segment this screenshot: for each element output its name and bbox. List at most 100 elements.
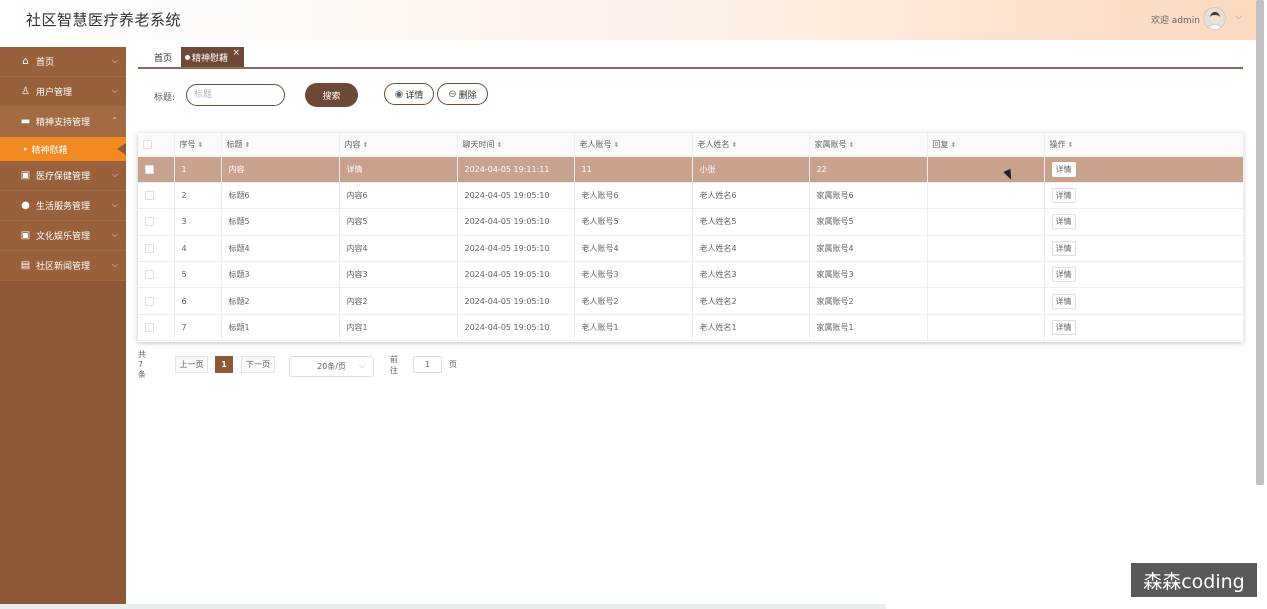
column-header[interactable]: 标题 ⬍ xyxy=(221,133,340,157)
cell-time: 2024-04-05 19:05:10 xyxy=(457,287,575,315)
table-row[interactable]: 3 标题5 内容5 2024-04-05 19:05:10 老人账号5 老人姓名… xyxy=(138,208,1244,236)
page-jump-input[interactable]: 1 xyxy=(413,356,442,373)
page-unit-label: 页 xyxy=(449,360,457,369)
row-detail-button[interactable]: 详情 xyxy=(1051,240,1076,256)
row-checkbox[interactable] xyxy=(138,287,175,315)
chevron-down-icon: ⌵ xyxy=(111,56,118,65)
home-icon: ⌂ xyxy=(22,56,29,67)
page-size-select[interactable]: 20条/页 ⌵ xyxy=(289,356,374,377)
cell-actions: 详情 xyxy=(1044,261,1244,289)
cell-family-account: 家属账号5 xyxy=(809,208,928,236)
sidebar-item-home[interactable]: ⌂ 首页 ⌵ xyxy=(0,47,126,77)
cell-actions: 详情 xyxy=(1044,235,1244,263)
cell-elder-account: 老人账号2 xyxy=(574,287,693,315)
table-row[interactable]: 7 标题1 内容1 2024-04-05 19:05:10 老人账号1 老人姓名… xyxy=(138,314,1244,342)
cell-content: 内容4 xyxy=(339,235,458,263)
sidebar-item-label: 社区新闻管理 xyxy=(36,262,91,272)
row-checkbox[interactable] xyxy=(138,261,175,289)
cell-title: 标题2 xyxy=(221,287,340,315)
welcome-text: 欢迎 admin xyxy=(1150,16,1200,26)
sidebar-item-medical[interactable]: ▣ 医疗保健管理 ⌵ xyxy=(0,161,126,191)
sidebar-item-culture[interactable]: ▣ 文化娱乐管理 ⌵ xyxy=(0,221,126,251)
tab-home[interactable]: 首页 xyxy=(148,47,178,67)
cell-content: 内容5 xyxy=(339,208,458,236)
minus-circle-icon: ⊖ xyxy=(448,88,457,100)
chevron-down-icon[interactable]: ⌵ xyxy=(1235,12,1242,22)
page-number-button[interactable]: 1 xyxy=(215,356,233,373)
chevron-up-icon: ⌃ xyxy=(111,116,118,125)
sidebar-item-label: 首页 xyxy=(36,58,55,68)
cell-content: 详情 xyxy=(339,156,458,183)
column-header[interactable]: 老人账号 ⬍ xyxy=(574,133,693,157)
row-detail-button[interactable]: 详情 xyxy=(1051,188,1076,204)
cell-title: 标题5 xyxy=(221,208,340,236)
column-header[interactable]: 回复 ⬍ xyxy=(927,133,1045,157)
table-row[interactable]: 4 标题4 内容4 2024-04-05 19:05:10 老人账号4 老人姓名… xyxy=(138,235,1244,263)
search-button[interactable]: 搜索 xyxy=(305,83,358,107)
cell-reply xyxy=(927,261,1045,289)
tab-mental-comfort[interactable]: 精神慰藉 × xyxy=(181,47,245,67)
cell-family-account: 家属账号6 xyxy=(809,182,928,210)
cell-actions: 详情 xyxy=(1044,314,1244,342)
chevron-down-icon: ⌵ xyxy=(111,170,118,179)
column-header[interactable]: 操作 ⬍ xyxy=(1044,133,1244,157)
table-row[interactable]: 2 标题6 内容6 2024-04-05 19:05:10 老人账号6 老人姓名… xyxy=(138,182,1244,210)
detail-button[interactable]: ◉ 详情 xyxy=(384,83,434,105)
row-detail-button[interactable]: 详情 xyxy=(1051,161,1076,177)
prev-page-button[interactable]: 上一页 xyxy=(175,356,208,373)
sidebar: ⌂ 首页 ⌵ ♙ 用户管理 ⌵ ▬ 精神支持管理 ⌃ ▸ 精神慰藉 ▣ 医疗保健… xyxy=(0,47,126,609)
table-row[interactable]: 1 内容 详情 2024-04-05 19:11:11 11 小张 22 详情 xyxy=(138,156,1244,183)
row-checkbox[interactable] xyxy=(138,314,175,342)
sidebar-item-mental-support[interactable]: ▬ 精神支持管理 ⌃ xyxy=(0,107,126,137)
column-header[interactable]: 内容 ⬍ xyxy=(339,133,458,157)
sidebar-item-label: 用户管理 xyxy=(36,88,73,98)
sidebar-item-label: 生活服务管理 xyxy=(36,202,91,212)
cell-elder-account: 老人账号3 xyxy=(574,261,693,289)
cell-elder-name: 小张 xyxy=(692,156,810,183)
sidebar-subitem-label: 精神慰藉 xyxy=(31,145,68,156)
row-detail-button[interactable]: 详情 xyxy=(1051,320,1076,336)
medical-icon: ▣ xyxy=(20,170,31,181)
sidebar-item-users[interactable]: ♙ 用户管理 ⌵ xyxy=(0,77,126,107)
sidebar-item-news[interactable]: ▤ 社区新闻管理 ⌵ xyxy=(0,251,126,281)
column-header[interactable]: 聊天时间 ⬍ xyxy=(457,133,575,157)
row-detail-button[interactable]: 详情 xyxy=(1051,293,1076,309)
sidebar-subitem-mental-comfort[interactable]: ▸ 精神慰藉 xyxy=(0,137,126,161)
chevron-down-icon: ⌵ xyxy=(111,260,118,269)
top-header: 社区智慧医疗养老系统 欢迎 admin ⌵ xyxy=(0,0,1256,40)
next-page-button[interactable]: 下一页 xyxy=(241,356,275,373)
row-detail-button[interactable]: 详情 xyxy=(1051,267,1076,283)
row-checkbox[interactable] xyxy=(138,235,175,263)
avatar[interactable] xyxy=(1203,7,1226,30)
table-row[interactable]: 5 标题3 内容3 2024-04-05 19:05:10 老人账号3 老人姓名… xyxy=(138,261,1244,289)
cell-index: 4 xyxy=(174,235,222,263)
table-row[interactable]: 6 标题2 内容2 2024-04-05 19:05:10 老人账号2 老人姓名… xyxy=(138,287,1244,315)
cell-reply xyxy=(927,314,1045,342)
search-input[interactable] xyxy=(186,84,285,106)
row-checkbox[interactable] xyxy=(138,208,175,236)
vertical-scrollbar[interactable] xyxy=(1256,0,1264,485)
cell-elder-account: 老人账号1 xyxy=(574,314,693,342)
close-icon[interactable]: × xyxy=(232,48,240,58)
cell-family-account: 家属账号1 xyxy=(809,314,928,342)
sort-icon: ⬍ xyxy=(197,140,204,149)
row-checkbox[interactable] xyxy=(138,182,175,210)
cell-index: 6 xyxy=(174,287,222,315)
cell-family-account: 家属账号2 xyxy=(809,287,928,315)
column-header[interactable]: 老人姓名 ⬍ xyxy=(692,133,810,157)
row-checkbox[interactable] xyxy=(138,156,175,183)
cell-content: 内容1 xyxy=(339,314,458,342)
news-icon: ▤ xyxy=(20,260,31,271)
tab-label: 精神慰藉 xyxy=(192,53,229,64)
sidebar-item-label: 医疗保健管理 xyxy=(36,172,91,182)
cell-content: 内容6 xyxy=(339,182,458,210)
active-pointer-icon xyxy=(117,143,126,155)
sidebar-item-life-service[interactable]: ● 生活服务管理 ⌵ xyxy=(0,191,126,221)
delete-button[interactable]: ⊖ 删除 xyxy=(437,83,488,105)
cell-time: 2024-04-05 19:11:11 xyxy=(457,156,575,183)
row-detail-button[interactable]: 详情 xyxy=(1051,214,1076,230)
select-all-checkbox[interactable] xyxy=(138,133,175,157)
column-header[interactable]: 序号 ⬍ xyxy=(174,133,222,157)
sort-icon: ⬍ xyxy=(848,140,855,149)
column-header[interactable]: 家属账号 ⬍ xyxy=(809,133,928,157)
